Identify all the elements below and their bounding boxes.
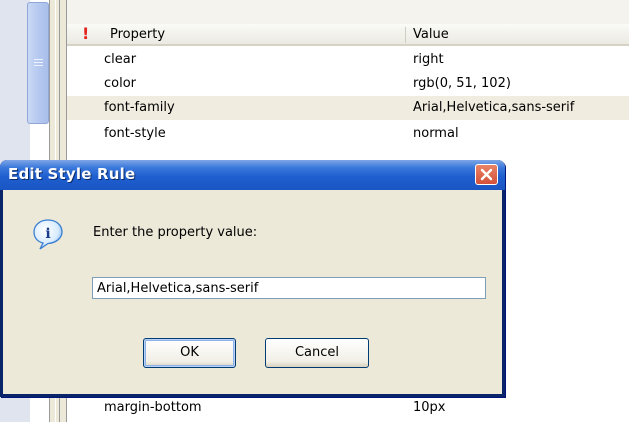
table-row-selected[interactable]: font-family Arial,Helvetica,sans-serif xyxy=(67,96,629,120)
scrollbar-thumb[interactable] xyxy=(27,2,49,124)
value-cell: Arial,Helvetica,sans-serif xyxy=(413,100,575,115)
info-icon: i xyxy=(33,219,63,250)
property-value-input[interactable] xyxy=(92,277,486,299)
dialog-titlebar[interactable]: Edit Style Rule xyxy=(0,160,505,190)
warning-icon: ! xyxy=(82,24,90,43)
close-icon xyxy=(480,168,493,181)
scroll-grip-line xyxy=(34,62,43,63)
table-row[interactable]: color rgb(0, 51, 102) xyxy=(67,72,629,96)
ok-button[interactable]: OK xyxy=(143,338,236,368)
property-cell: font-family xyxy=(104,100,175,115)
value-cell: right xyxy=(413,52,444,67)
table-row[interactable]: margin-bottom 10px xyxy=(67,396,629,420)
column-header-property[interactable]: Property xyxy=(110,25,165,45)
value-cell: normal xyxy=(413,126,459,141)
svg-text:i: i xyxy=(45,226,50,242)
scroll-grip-line xyxy=(34,59,43,60)
column-separator[interactable] xyxy=(405,27,406,43)
property-cell: font-style xyxy=(104,126,166,141)
dialog-body: i Enter the property value: OK Cancel xyxy=(3,190,502,394)
column-header-value[interactable]: Value xyxy=(413,25,449,45)
property-cell: margin-bottom xyxy=(104,400,202,415)
table-row[interactable]: font-style normal xyxy=(67,122,629,146)
cancel-button[interactable]: Cancel xyxy=(265,338,369,368)
table-header: ! Property Value xyxy=(67,0,629,46)
table-row[interactable]: clear right xyxy=(67,48,629,72)
value-cell: rgb(0, 51, 102) xyxy=(413,76,511,91)
value-cell: 10px xyxy=(413,400,446,415)
property-cell: color xyxy=(104,76,137,91)
edit-style-rule-dialog: Edit Style Rule i Enter the property val… xyxy=(0,160,505,397)
prompt-label: Enter the property value: xyxy=(93,225,258,240)
dialog-title: Edit Style Rule xyxy=(8,165,136,183)
scroll-grip-line xyxy=(34,65,43,66)
property-cell: clear xyxy=(104,52,137,67)
close-button[interactable] xyxy=(475,164,498,185)
